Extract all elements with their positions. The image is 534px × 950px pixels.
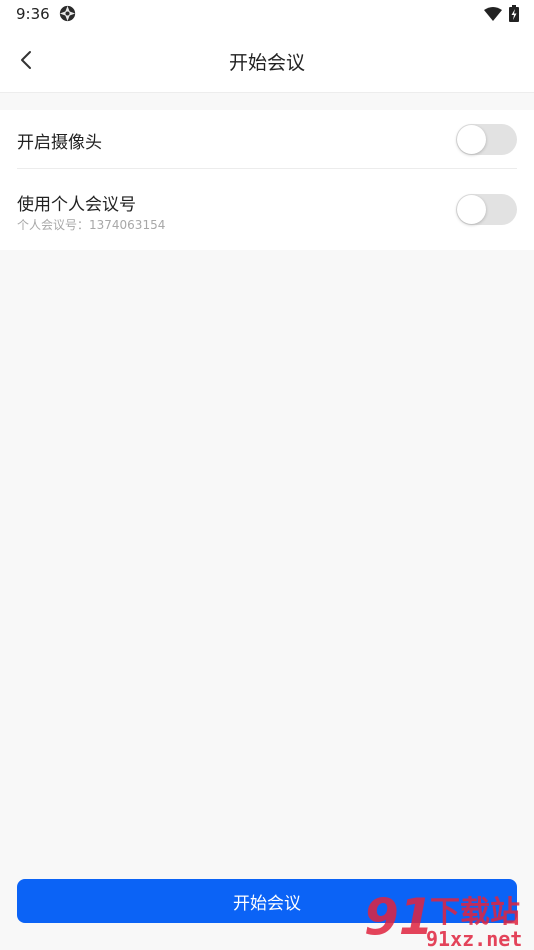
- status-time: 9:36: [16, 5, 50, 23]
- toggle-knob: [457, 195, 486, 224]
- camera-label: 开启摄像头: [17, 133, 102, 153]
- start-meeting-button[interactable]: 开始会议: [17, 879, 517, 923]
- watermark-text-bottom: 91xz.net: [426, 927, 522, 950]
- personal-meeting-id-value: 个人会议号：1374063154: [17, 218, 166, 232]
- nav-bar: 开始会议: [0, 28, 534, 93]
- personal-meeting-id-toggle[interactable]: [456, 194, 517, 225]
- camera-setting-row: 开启摄像头: [17, 110, 517, 169]
- battery-charging-icon: [509, 5, 519, 22]
- personal-meeting-id-label: 使用个人会议号: [17, 195, 136, 215]
- page-title: 开始会议: [228, 52, 305, 74]
- camera-toggle[interactable]: [456, 124, 517, 155]
- status-bar: 9:36: [0, 0, 534, 28]
- wifi-icon: [484, 7, 502, 21]
- aperture-icon: [59, 5, 76, 22]
- toggle-knob: [457, 125, 486, 154]
- screen: 9:36 开始会议 开启摄像头 使用个人会议号 个人会议号：1374063154…: [0, 0, 534, 950]
- personal-meeting-id-row: 使用个人会议号 个人会议号：1374063154: [17, 170, 517, 250]
- settings-card: 开启摄像头 使用个人会议号 个人会议号：1374063154: [0, 110, 534, 250]
